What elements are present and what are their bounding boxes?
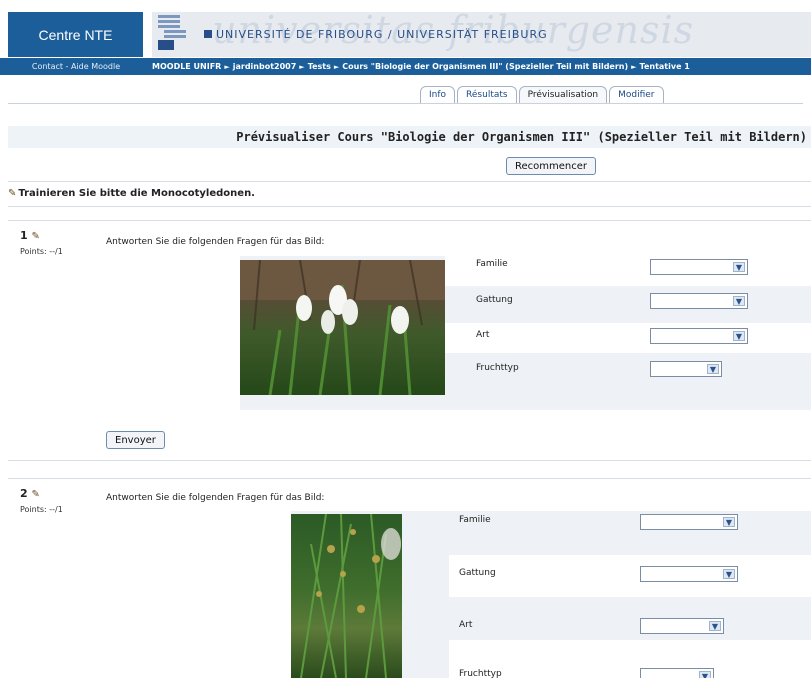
university-banner: universitas friburgensis UNIVERSITÉ DE F… (152, 12, 811, 57)
species-select[interactable]: ▼ (640, 618, 724, 634)
pencil-icon[interactable]: ✎ (32, 231, 40, 242)
breadcrumb-item-attempt: Tentative 1 (639, 62, 690, 71)
banner: Centre NTE universitas friburgensis UNIV… (0, 0, 811, 58)
family-select[interactable]: ▼ (650, 259, 748, 275)
university-name: UNIVERSITÉ DE FRIBOURG / UNIVERSITÄT FRE… (204, 28, 548, 41)
field-label-family: Familie (459, 515, 491, 525)
submit-button[interactable]: Envoyer (106, 431, 165, 449)
species-select[interactable]: ▼ (650, 328, 748, 344)
genus-select[interactable]: ▼ (640, 566, 738, 582)
divider (8, 460, 811, 461)
breadcrumb-item-course[interactable]: jardinbot2007 (233, 62, 297, 71)
page-title: Prévisualiser Cours "Biologie der Organi… (236, 130, 807, 144)
chevron-down-icon: ▼ (723, 517, 735, 527)
question-number: 1 ✎ (20, 229, 40, 242)
divider (8, 478, 811, 479)
tab-edit[interactable]: Modifier (609, 86, 664, 103)
answer-row-background (445, 323, 811, 353)
field-label-fruit-type: Fruchttyp (459, 669, 502, 678)
field-label-species: Art (459, 620, 473, 630)
breadcrumb-item-tests[interactable]: Tests (308, 62, 331, 71)
question-prompt: Antworten Sie die folgenden Fragen für d… (106, 493, 325, 503)
answer-row-background (449, 555, 811, 597)
tab-divider (8, 103, 803, 104)
breadcrumb-item-moodle[interactable]: MOODLE UNIFR (152, 62, 221, 71)
fruit-type-select[interactable]: ▼ (650, 361, 722, 377)
rush-photo (300, 514, 401, 678)
question-prompt: Antworten Sie die folgenden Fragen für d… (106, 237, 325, 247)
field-label-fruit-type: Fruchttyp (476, 363, 519, 373)
intro-text: Trainieren Sie bitte die Monocotyledonen… (18, 188, 255, 199)
pencil-icon[interactable]: ✎ (8, 188, 16, 199)
breadcrumb-separator-icon: ► (333, 62, 340, 71)
snowdrop-photo (240, 260, 445, 395)
breadcrumb-item-quiz[interactable]: Cours "Biologie der Organismen III" (Spe… (342, 62, 628, 71)
chevron-down-icon: ▼ (709, 621, 721, 631)
chevron-down-icon: ▼ (733, 262, 745, 272)
quiz-intro: ✎ Trainieren Sie bitte die Monocotyledone… (8, 188, 255, 199)
chevron-down-icon: ▼ (723, 569, 735, 579)
field-label-genus: Gattung (459, 568, 496, 578)
quiz-tabs: Info Résultats Prévisualisation Modifier (420, 86, 664, 103)
restart-button[interactable]: Recommencer (506, 157, 597, 175)
field-label-genus: Gattung (476, 295, 513, 305)
question-number: 2 ✎ (20, 487, 40, 500)
genus-select[interactable]: ▼ (650, 293, 748, 309)
breadcrumb-separator-icon: ► (631, 62, 637, 71)
question-points: Points: --/1 (20, 247, 63, 256)
fruit-type-select[interactable]: ▼ (640, 668, 714, 678)
tab-info[interactable]: Info (420, 86, 456, 103)
pencil-icon[interactable]: ✎ (32, 489, 40, 500)
breadcrumb-separator-icon: ► (224, 62, 230, 71)
field-label-family: Familie (476, 259, 508, 269)
breadcrumb-separator-icon: ► (299, 62, 305, 71)
chevron-down-icon: ▼ (733, 331, 745, 341)
answer-row-background (449, 640, 811, 678)
question-image-snowdrop (240, 260, 445, 395)
family-select[interactable]: ▼ (640, 514, 738, 530)
chevron-down-icon: ▼ (733, 296, 745, 306)
navigation-bar: Contact - Aide Moodle MOODLE UNIFR ► jar… (0, 58, 811, 75)
divider (8, 181, 811, 182)
page-title-bar: Prévisualiser Cours "Biologie der Organi… (8, 126, 811, 148)
question-image-rush (291, 514, 402, 678)
divider (8, 220, 811, 221)
chevron-down-icon: ▼ (699, 671, 711, 678)
brand-logo[interactable]: Centre NTE (8, 12, 143, 57)
contact-help-link[interactable]: Contact - Aide Moodle (0, 62, 152, 71)
square-icon (204, 30, 212, 38)
breadcrumb: MOODLE UNIFR ► jardinbot2007 ► Tests ► C… (152, 62, 690, 71)
field-label-species: Art (476, 330, 490, 340)
brand-name: Centre NTE (38, 26, 113, 43)
tab-results[interactable]: Résultats (457, 86, 517, 103)
question-points: Points: --/1 (20, 505, 63, 514)
chevron-down-icon: ▼ (707, 364, 719, 374)
tab-preview[interactable]: Prévisualisation (518, 86, 608, 103)
divider (8, 206, 811, 207)
university-logo-icon (158, 15, 186, 50)
